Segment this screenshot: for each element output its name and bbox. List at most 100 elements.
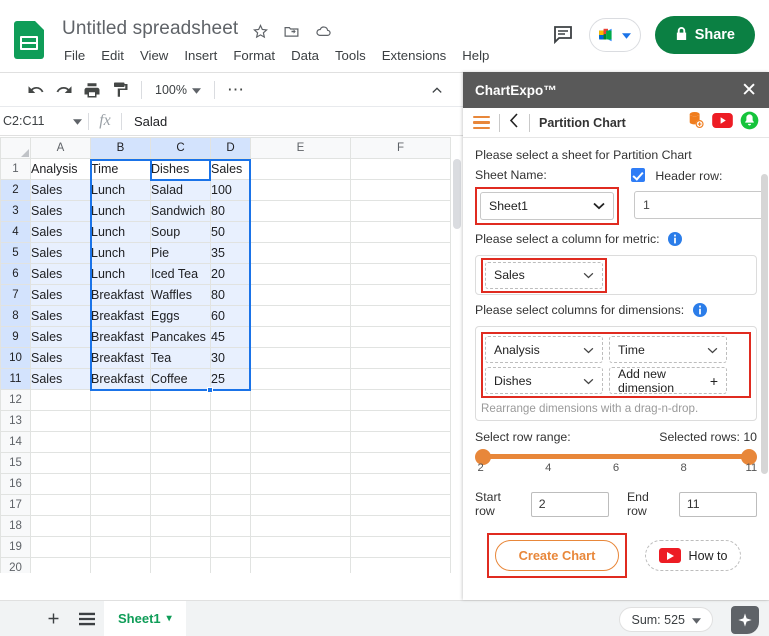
- cell-d6[interactable]: 20: [210, 263, 251, 285]
- cell-e17[interactable]: [250, 494, 351, 516]
- sum-status-pill[interactable]: Sum: 525: [619, 607, 713, 632]
- row-header-10[interactable]: 10: [0, 347, 31, 369]
- cell-b17[interactable]: [90, 494, 151, 516]
- row-header-17[interactable]: 17: [0, 494, 31, 516]
- row-header-1[interactable]: 1: [0, 158, 31, 180]
- sheet-name-select[interactable]: Sheet1: [480, 192, 614, 220]
- vertical-scroll-thumb[interactable]: [453, 159, 461, 229]
- cell-d5[interactable]: 35: [210, 242, 251, 264]
- row-header-9[interactable]: 9: [0, 326, 31, 348]
- cell-e19[interactable]: [250, 536, 351, 558]
- cell-f20[interactable]: [350, 557, 451, 573]
- row-header-15[interactable]: 15: [0, 452, 31, 474]
- row-header-4[interactable]: 4: [0, 221, 31, 243]
- cell-b6[interactable]: Lunch: [90, 263, 151, 285]
- dimension-select-3[interactable]: Dishes: [485, 367, 603, 394]
- cell-a10[interactable]: Sales: [30, 347, 91, 369]
- cell-a2[interactable]: Sales: [30, 179, 91, 201]
- info-icon[interactable]: [692, 303, 707, 320]
- cell-a11[interactable]: Sales: [30, 368, 91, 390]
- cell-b12[interactable]: [90, 389, 151, 411]
- row-range-slider[interactable]: [475, 448, 757, 465]
- cell-f4[interactable]: [350, 221, 451, 243]
- menu-item-file[interactable]: File: [62, 46, 93, 65]
- document-title[interactable]: Untitled spreadsheet: [62, 18, 238, 40]
- cell-d15[interactable]: [210, 452, 251, 474]
- header-row-input[interactable]: 1: [634, 191, 766, 219]
- row-header-13[interactable]: 13: [0, 410, 31, 432]
- cell-f5[interactable]: [350, 242, 451, 264]
- cell-e11[interactable]: [250, 368, 351, 390]
- cell-f6[interactable]: [350, 263, 451, 285]
- cell-f10[interactable]: [350, 347, 451, 369]
- youtube-icon[interactable]: [712, 112, 733, 133]
- start-row-input[interactable]: 2: [530, 491, 609, 517]
- menu-item-view[interactable]: View: [132, 46, 176, 65]
- cell-b20[interactable]: [90, 557, 151, 573]
- cell-a14[interactable]: [30, 431, 91, 453]
- row-header-20[interactable]: 20: [0, 557, 31, 573]
- cell-c10[interactable]: Tea: [150, 347, 211, 369]
- cell-b14[interactable]: [90, 431, 151, 453]
- cell-f15[interactable]: [350, 452, 451, 474]
- star-icon[interactable]: [252, 23, 269, 40]
- cell-e16[interactable]: [250, 473, 351, 495]
- row-header-3[interactable]: 3: [0, 200, 31, 222]
- cell-b11[interactable]: Breakfast: [90, 368, 151, 390]
- cell-c17[interactable]: [150, 494, 211, 516]
- comment-icon[interactable]: [551, 23, 575, 47]
- cell-d8[interactable]: 60: [210, 305, 251, 327]
- cell-e2[interactable]: [250, 179, 351, 201]
- cell-d17[interactable]: [210, 494, 251, 516]
- info-icon[interactable]: [667, 232, 682, 249]
- cell-e1[interactable]: [250, 158, 351, 180]
- chevron-down-icon[interactable]: ▾: [167, 613, 172, 624]
- cell-f8[interactable]: [350, 305, 451, 327]
- cell-b4[interactable]: Lunch: [90, 221, 151, 243]
- cell-d14[interactable]: [210, 431, 251, 453]
- menu-item-data[interactable]: Data: [283, 46, 327, 65]
- cell-c14[interactable]: [150, 431, 211, 453]
- cell-e9[interactable]: [250, 326, 351, 348]
- column-header-a[interactable]: A: [30, 137, 91, 159]
- cell-f7[interactable]: [350, 284, 451, 306]
- cell-e7[interactable]: [250, 284, 351, 306]
- cell-a12[interactable]: [30, 389, 91, 411]
- cell-c3[interactable]: Sandwich: [150, 200, 211, 222]
- cell-a19[interactable]: [30, 536, 91, 558]
- cell-e3[interactable]: [250, 200, 351, 222]
- row-header-5[interactable]: 5: [0, 242, 31, 264]
- cell-f16[interactable]: [350, 473, 451, 495]
- row-header-18[interactable]: 18: [0, 515, 31, 537]
- column-header-e[interactable]: E: [250, 137, 351, 159]
- cell-a5[interactable]: Sales: [30, 242, 91, 264]
- cell-c4[interactable]: Soup: [150, 221, 211, 243]
- cell-a17[interactable]: [30, 494, 91, 516]
- cell-c2[interactable]: Salad: [150, 179, 211, 201]
- add-sheet-button[interactable]: [36, 601, 70, 636]
- redo-icon[interactable]: [50, 77, 78, 103]
- cell-a4[interactable]: Sales: [30, 221, 91, 243]
- cell-b13[interactable]: [90, 410, 151, 432]
- column-header-f[interactable]: F: [350, 137, 451, 159]
- row-header-2[interactable]: 2: [0, 179, 31, 201]
- how-to-button[interactable]: How to: [645, 540, 741, 571]
- row-header-16[interactable]: 16: [0, 473, 31, 495]
- cell-c7[interactable]: Waffles: [150, 284, 211, 306]
- undo-icon[interactable]: [22, 77, 50, 103]
- row-header-6[interactable]: 6: [0, 263, 31, 285]
- column-header-b[interactable]: B: [90, 137, 151, 159]
- cell-b5[interactable]: Lunch: [90, 242, 151, 264]
- column-header-d[interactable]: D: [210, 137, 251, 159]
- menu-item-help[interactable]: Help: [454, 46, 497, 65]
- column-header-c[interactable]: C: [150, 137, 211, 159]
- cell-d4[interactable]: 50: [210, 221, 251, 243]
- cell-c11[interactable]: Coffee: [150, 368, 211, 390]
- cell-f13[interactable]: [350, 410, 451, 432]
- row-header-7[interactable]: 7: [0, 284, 31, 306]
- create-chart-button[interactable]: Create Chart: [495, 540, 619, 571]
- cell-d18[interactable]: [210, 515, 251, 537]
- cell-a1[interactable]: Analysis: [30, 158, 91, 180]
- sheet-tab-sheet1[interactable]: Sheet1 ▾: [104, 600, 186, 636]
- cell-f12[interactable]: [350, 389, 451, 411]
